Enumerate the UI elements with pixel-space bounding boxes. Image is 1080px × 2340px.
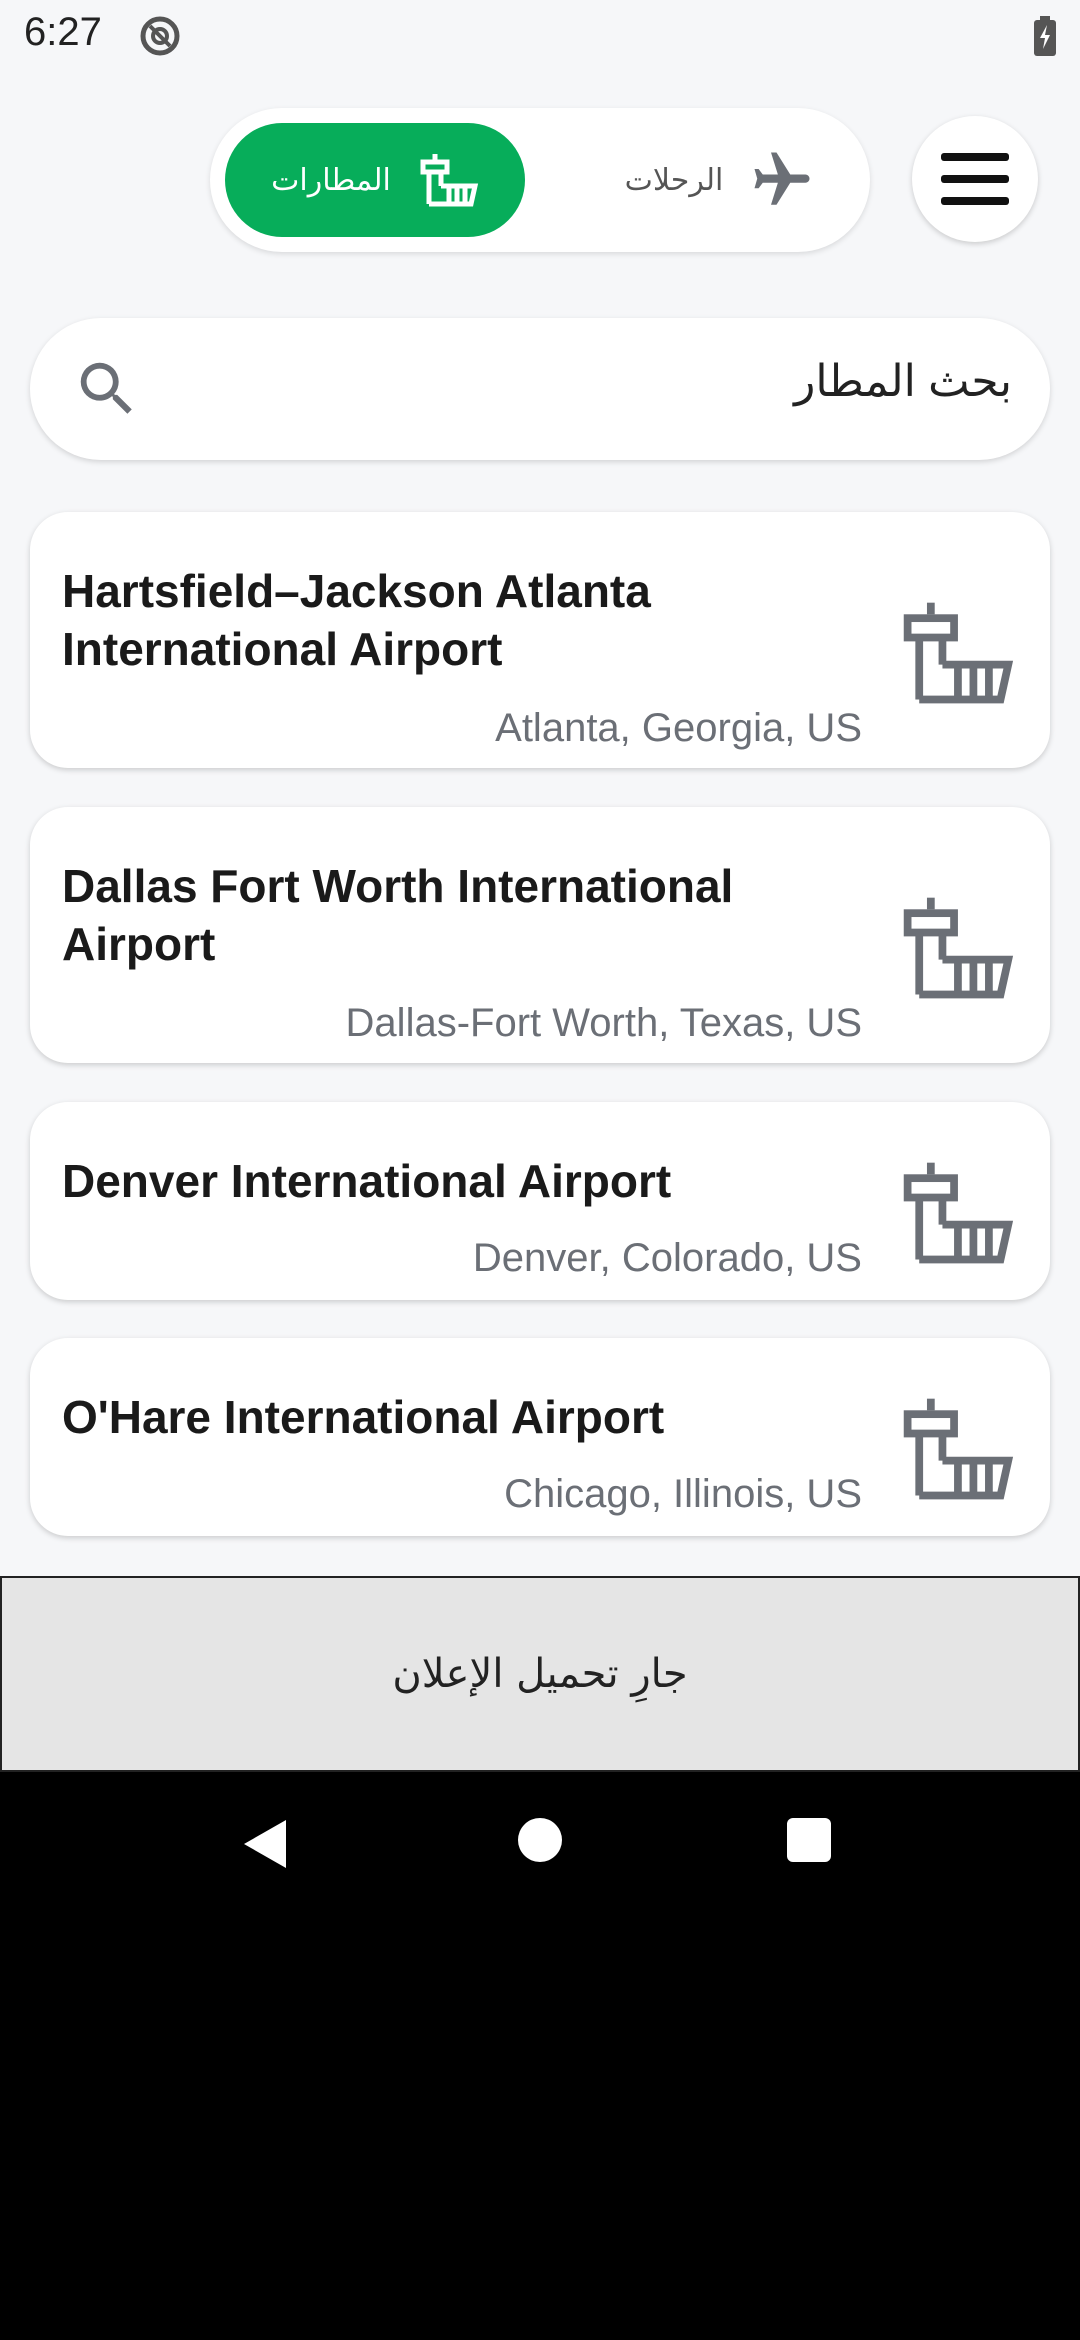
back-icon[interactable] (240, 1818, 288, 1870)
airplane-icon (754, 152, 810, 205)
control-tower-icon (903, 1398, 1014, 1500)
airport-name: O'Hare International Airport (62, 1391, 665, 1443)
airport-location: Dallas-Fort Worth, Texas, US (345, 1001, 862, 1045)
app-screen: 6:27 المطارات الرحلات بحث المطار Hartsfi… (0, 0, 1080, 1576)
airport-name: Denver International Airport (62, 1155, 672, 1207)
mode-toggle: المطارات الرحلات (210, 108, 870, 252)
airport-search-box[interactable]: بحث المطار (30, 318, 1050, 460)
airport-card[interactable]: O'Hare International Airport Chicago, Il… (30, 1338, 1050, 1536)
airport-name: Dallas Fort Worth International Airport (62, 860, 734, 970)
menu-button[interactable] (912, 116, 1038, 242)
battery-charging-icon (1034, 16, 1056, 56)
status-bar: 6:27 (0, 0, 1080, 72)
control-tower-icon (903, 1162, 1014, 1264)
tab-airports-label: المطارات (271, 163, 391, 197)
status-time: 6:27 (24, 10, 102, 54)
airport-card[interactable]: Dallas Fort Worth International Airport … (30, 807, 1050, 1063)
ad-loading-text: جارِ تحميل الإعلان (392, 1651, 688, 1697)
system-nav-bar (0, 1772, 1080, 1922)
airport-card[interactable]: Hartsfield–Jackson Atlanta International… (30, 512, 1050, 768)
ad-banner[interactable]: جارِ تحميل الإعلان (0, 1576, 1080, 1772)
hamburger-menu-icon (941, 153, 1009, 205)
recent-apps-icon[interactable] (787, 1818, 831, 1862)
control-tower-icon (903, 897, 1014, 999)
sync-status-icon (140, 16, 180, 56)
airport-location: Denver, Colorado, US (472, 1236, 862, 1280)
control-tower-icon (903, 602, 1014, 704)
control-tower-icon (420, 154, 478, 207)
home-icon[interactable] (518, 1818, 562, 1862)
airport-location: Atlanta, Georgia, US (495, 706, 862, 750)
airport-location: Chicago, Illinois, US (504, 1472, 862, 1516)
tab-airports[interactable]: المطارات (225, 123, 525, 237)
tab-flights-label: الرحلات (624, 163, 724, 197)
tab-flights[interactable]: الرحلات (600, 123, 840, 237)
search-input[interactable]: بحث المطار (794, 356, 1012, 407)
airport-name: Hartsfield–Jackson Atlanta International… (62, 565, 651, 675)
search-icon (80, 362, 132, 414)
airport-card[interactable]: Denver International Airport Denver, Col… (30, 1102, 1050, 1300)
